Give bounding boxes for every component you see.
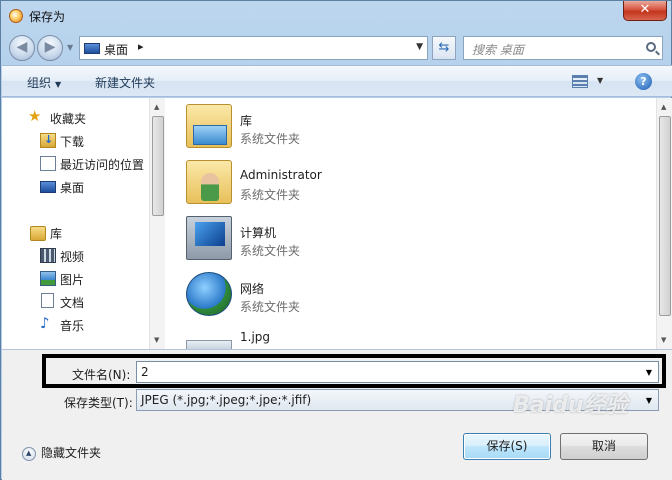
address-location[interactable]: 桌面 [104,41,128,58]
sidebar-item-pictures[interactable]: 图片 [2,269,152,289]
list-item[interactable]: 网络 系统文件夹 [186,268,586,322]
browser-content: ★ 收藏夹 下载 最近访问的位置 桌面 库 视频 [2,98,672,349]
collapse-icon [22,446,36,461]
chevron-down-icon: ▼ [55,80,62,89]
computer-icon [186,216,232,260]
scroll-thumb[interactable] [152,116,164,216]
sidebar-item-label: 收藏夹 [50,112,87,126]
sidebar-item-desktop[interactable]: 桌面 [2,177,152,197]
library-folder-icon [186,104,232,148]
navigation-pane: ★ 收藏夹 下载 最近访问的位置 桌面 库 视频 [2,98,165,349]
address-row: ◀ ▶ ▼ 桌面 ▸ ▼ ⇆ 搜索 桌面 [1,31,672,63]
navigation-scrollbar[interactable]: ▲ ▼ [149,98,165,349]
list-item[interactable]: 库 系统文件夹 [186,100,586,154]
title-bar[interactable]: 保存为 ✕ [1,1,672,31]
view-options-icon[interactable] [572,75,588,88]
scroll-down-icon[interactable]: ▼ [661,336,666,344]
scroll-thumb[interactable] [659,116,671,316]
list-item[interactable]: 计算机 系统文件夹 [186,212,586,266]
file-type: 系统文件夹 [240,244,301,258]
hide-folders-label: 隐藏文件夹 [41,446,102,460]
help-icon[interactable]: ? [635,73,652,90]
file-name: 网络 [240,282,265,296]
sidebar-item-label: 视频 [60,250,85,264]
file-name: Administrator [240,168,322,182]
pictures-icon [40,271,56,286]
refresh-icon: ⇆ [438,40,450,55]
breadcrumb-separator-icon[interactable]: ▸ [138,40,144,53]
user-folder-icon [186,160,232,204]
sidebar-item-label: 桌面 [60,181,85,195]
downloads-folder-icon [40,133,56,148]
file-name: 计算机 [240,226,277,240]
sidebar-item-label: 图片 [60,273,85,287]
filetype-value: JPEG (*.jpg;*.jpeg;*.jpe;*.jfif) [141,393,312,407]
file-name: 1.jpg [240,330,271,344]
list-item[interactable]: Administrator 系统文件夹 [186,156,586,210]
baidu-watermark: Baidu经验 [513,393,628,418]
recent-places-icon [40,156,56,171]
filetype-label: 保存类型(T): [64,396,133,410]
address-dropdown-icon[interactable]: ▼ [416,42,423,52]
file-type: 系统文件夹 [240,132,301,146]
video-icon [40,248,56,263]
sidebar-item-videos[interactable]: 视频 [2,246,152,266]
chevron-down-icon[interactable]: ▼ [646,396,652,405]
sidebar-item-music[interactable]: ♪ 音乐 [2,315,152,335]
sidebar-item-recent-places[interactable]: 最近访问的位置 [2,154,152,174]
view-dropdown-icon[interactable]: ▼ [597,76,603,85]
file-type: 系统文件夹 [240,300,301,314]
scroll-down-icon[interactable]: ▼ [154,336,159,344]
forward-button[interactable]: ▶ [37,35,63,61]
app-icon [9,9,23,23]
documents-icon [41,293,54,308]
library-icon [30,226,46,241]
recent-pages-dropdown[interactable]: ▼ [67,43,73,52]
search-box[interactable]: 搜索 桌面 [463,36,663,60]
back-arrow-icon: ◀ [16,39,28,55]
save-button[interactable]: 保存(S) [463,433,551,460]
sidebar-item-label: 库 [50,227,63,241]
organize-button[interactable]: 组织 ▼ [27,74,61,91]
music-icon: ♪ [40,314,50,332]
file-list: 库 系统文件夹 Administrator 系统文件夹 计算机 系统文件夹 网络… [166,98,656,349]
file-type: 系统文件夹 [240,188,301,202]
network-icon [186,272,232,316]
sidebar-item-label: 文档 [60,296,85,310]
sidebar-item-libraries[interactable]: 库 [2,223,152,243]
scroll-up-icon[interactable]: ▲ [661,103,666,111]
refresh-button[interactable]: ⇆ [432,36,456,60]
search-icon[interactable] [646,42,656,52]
cancel-button[interactable]: 取消 [560,433,648,460]
highlight-annotation [42,354,666,388]
organize-label: 组织 [27,76,52,90]
file-list-scrollbar[interactable]: ▲ ▼ [656,98,672,349]
desktop-icon [84,43,100,54]
sidebar-item-favorites[interactable]: ★ 收藏夹 [2,108,152,128]
sidebar-item-documents[interactable]: 文档 [2,292,152,312]
back-button[interactable]: ◀ [9,35,35,61]
hide-folders-button[interactable]: 隐藏文件夹 [22,444,101,461]
sidebar-item-label: 最近访问的位置 [60,158,145,172]
list-item[interactable]: 1.jpg [186,318,586,349]
desktop-icon [40,181,56,193]
star-icon: ★ [28,107,42,125]
scroll-up-icon[interactable]: ▲ [154,103,159,111]
command-toolbar: 组织 ▼ 新建文件夹 ▼ ? [2,65,672,97]
search-input[interactable]: 搜索 桌面 [472,41,524,58]
close-button[interactable]: ✕ [623,1,667,21]
file-name: 库 [240,114,253,128]
new-folder-button[interactable]: 新建文件夹 [95,74,155,91]
sidebar-item-label: 下载 [60,135,85,149]
window-title: 保存为 [29,10,66,24]
forward-arrow-icon: ▶ [44,39,56,55]
sidebar-item-downloads[interactable]: 下载 [2,131,152,151]
address-bar[interactable]: 桌面 ▸ ▼ [79,36,428,60]
save-dialog-window: 保存为 ✕ ◀ ▶ ▼ 桌面 ▸ ▼ ⇆ 搜索 桌面 组织 ▼ 新建文件夹 ▼ ?… [0,0,672,480]
sidebar-item-label: 音乐 [60,319,85,333]
image-file-icon [186,340,232,349]
